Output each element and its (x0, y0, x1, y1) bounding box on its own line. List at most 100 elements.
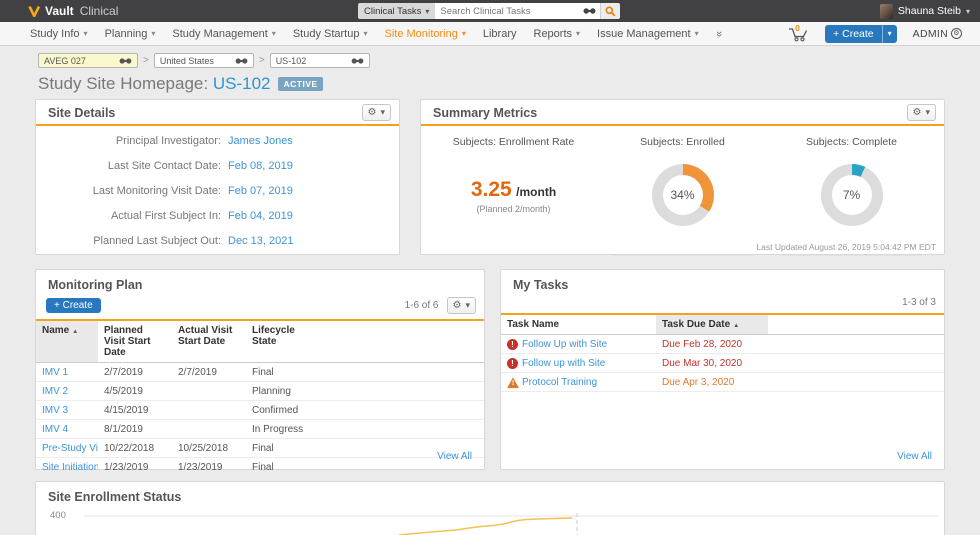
nav-study-info[interactable]: Study Info ▾ (30, 28, 88, 40)
monitoring-plan-toolbar: + Create 1-6 of 6 ⚙ ▾ (36, 294, 484, 321)
summary-metrics-gear-button[interactable]: ⚙ ▾ (907, 104, 937, 121)
task-link[interactable]: Follow up with Site (522, 358, 605, 369)
status-badge: ACTIVE (278, 77, 322, 91)
last-monitoring-visit-date[interactable]: Feb 07, 2019 (228, 185, 293, 197)
task-due-date: Due Feb 28, 2020 (656, 335, 768, 354)
visit-link[interactable]: IMV 3 (36, 401, 98, 420)
principal-investigator-link[interactable]: James Jones (228, 135, 293, 147)
top-bar: Vault Clinical Clinical Tasks ▾ Shauna S… (0, 0, 980, 22)
visit-link[interactable]: Pre-Study Vi... (36, 439, 98, 458)
binoculars-icon (235, 57, 248, 65)
nav-study-startup[interactable]: Study Startup ▾ (293, 28, 368, 40)
monitoring-gear-button[interactable]: ⚙ ▾ (447, 297, 477, 314)
search-scope-dropdown[interactable]: Clinical Tasks ▾ (358, 3, 435, 19)
chevron-down-icon: ▾ (925, 107, 930, 118)
chevron-right-icon: > (259, 55, 265, 66)
task-due-date: Due Mar 30, 2020 (656, 354, 768, 373)
site-details-title: Site Details (48, 106, 115, 120)
more-nav-chevron-icon[interactable]: » (713, 30, 725, 36)
chevron-down-icon: ▾ (84, 29, 88, 38)
gear-icon: ⚙ (913, 107, 922, 118)
actual-first-subject-in[interactable]: Feb 04, 2019 (228, 210, 293, 222)
visit-link[interactable]: Site Initiation... (36, 458, 98, 477)
column-header-task-due-date[interactable]: Task Due Date▲ (656, 315, 768, 335)
enrollment-rate-value: 3.25 (471, 178, 512, 201)
column-header-name[interactable]: Name▲ (36, 321, 98, 363)
complete-percent: 7% (821, 164, 883, 226)
vault-clinical-app: { "theme": { "accent_orange": "#f5a11c",… (0, 0, 980, 535)
table-row: IMV 1 2/7/2019 2/7/2019 Final (36, 363, 484, 382)
avatar (880, 4, 893, 19)
column-header-spacer (768, 315, 944, 335)
page-title: Study Site Homepage: US-102 ACTIVE (38, 74, 323, 94)
last-site-contact-date[interactable]: Feb 08, 2019 (228, 160, 293, 172)
visit-link[interactable]: IMV 4 (36, 420, 98, 439)
table-row: !Follow up with Site Due Mar 30, 2020 (501, 354, 944, 373)
breadcrumb-site[interactable]: US-102 (270, 53, 370, 68)
planned-last-subject-out[interactable]: Dec 13, 2021 (228, 235, 293, 247)
column-header-task-name[interactable]: Task Name (501, 315, 656, 335)
overdue-alert-icon: ! (507, 339, 518, 350)
monitoring-view-all-link[interactable]: View All (437, 451, 472, 462)
nav-study-management[interactable]: Study Management ▾ (172, 28, 275, 40)
chevron-right-icon: > (143, 55, 149, 66)
page-title-prefix: Study Site Homepage: (38, 74, 208, 93)
nav-library[interactable]: Library (483, 28, 517, 40)
nav-issue-management[interactable]: Issue Management ▾ (597, 28, 699, 40)
sort-asc-icon: ▲ (72, 329, 78, 335)
binoculars-icon[interactable] (579, 7, 600, 15)
magnifier-icon (605, 6, 616, 17)
admin-label: ADMIN (913, 28, 948, 40)
table-row: IMV 4 8/1/2019 In Progress (36, 420, 484, 439)
create-button[interactable]: + Create (825, 25, 882, 43)
chevron-down-icon: ▾ (151, 29, 155, 38)
metric-enrollment-rate: Subjects: Enrollment Rate 3.25 /month (P… (429, 136, 598, 246)
chevron-down-icon: ▾ (695, 29, 699, 38)
metrics-row: Subjects: Enrollment Rate 3.25 /month (P… (421, 126, 944, 246)
chevron-down-icon: ▾ (576, 29, 580, 38)
vault-logo: Vault Clinical (28, 4, 118, 18)
search-button[interactable] (600, 3, 620, 19)
divider (612, 255, 754, 256)
column-header-lifecycle-state[interactable]: Lifecycle State (246, 321, 328, 363)
summary-metrics-title: Summary Metrics (433, 106, 537, 120)
column-header-actual-visit[interactable]: Actual Visit Start Date (172, 321, 246, 363)
user-menu[interactable]: Shauna Steib ▾ (880, 4, 970, 19)
task-link[interactable]: Follow Up with Site (522, 339, 607, 350)
gear-icon: ⚙ (368, 107, 377, 118)
create-dropdown-caret[interactable]: ▾ (882, 25, 897, 43)
site-details-gear-button[interactable]: ⚙ ▾ (362, 104, 392, 121)
metric-complete: Subjects: Complete 7% (767, 136, 936, 246)
binoculars-icon (119, 57, 132, 65)
page-title-site: US-102 (213, 74, 271, 93)
column-header-planned-visit[interactable]: Planned Visit Start Date (98, 321, 172, 363)
global-search: Clinical Tasks ▾ (358, 3, 620, 19)
chevron-down-icon: ▾ (966, 7, 970, 16)
divider (781, 255, 923, 256)
field-row: Actual First Subject In: Feb 04, 2019 (36, 210, 399, 235)
admin-button[interactable]: ADMIN ⚙ (913, 28, 962, 40)
enrolled-percent: 34% (652, 164, 714, 226)
search-input[interactable] (435, 6, 579, 17)
task-link[interactable]: Protocol Training (522, 377, 597, 388)
tasks-pagination: 1-3 of 3 (902, 297, 936, 308)
create-monitoring-visit-button[interactable]: + Create (46, 298, 101, 313)
breadcrumb-study[interactable]: AVEG 027 (38, 53, 138, 68)
subjects-complete-donut: 7% (821, 164, 883, 226)
nav-planning[interactable]: Planning ▾ (105, 28, 156, 40)
user-name: Shauna Steib (898, 5, 961, 17)
visit-link[interactable]: IMV 2 (36, 382, 98, 401)
brand-vault: Vault (45, 4, 74, 18)
column-header-spacer (328, 321, 484, 363)
brand-clinical: Clinical (80, 4, 119, 18)
nav-reports[interactable]: Reports ▾ (534, 28, 581, 40)
admin-gear-icon: ⚙ (951, 28, 962, 39)
cart-button[interactable]: 0 (787, 26, 809, 42)
nav-site-monitoring[interactable]: Site Monitoring ▾ (384, 28, 465, 40)
tasks-view-all-link[interactable]: View All (897, 451, 932, 462)
visit-link[interactable]: IMV 1 (36, 363, 98, 382)
breadcrumb-country[interactable]: United States (154, 53, 254, 68)
search-scope-label: Clinical Tasks (364, 6, 421, 17)
table-row: Pre-Study Vi... 10/22/2018 10/25/2018 Fi… (36, 439, 484, 458)
monitoring-pagination: 1-6 of 6 (405, 300, 439, 311)
